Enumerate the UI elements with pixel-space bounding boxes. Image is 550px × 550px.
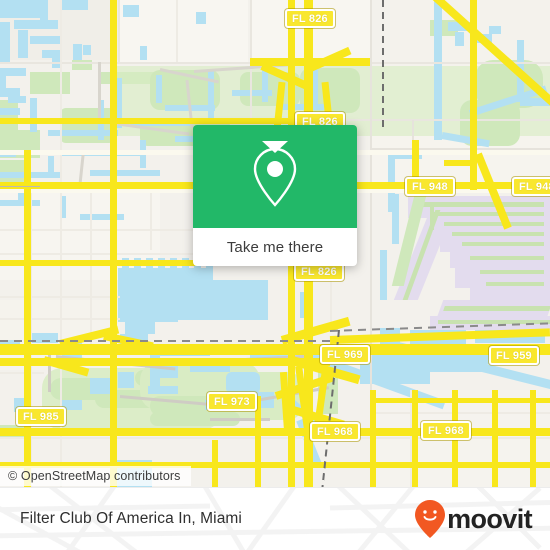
moovit-pin-smiley-icon [415, 500, 446, 538]
highway-shield: FL 959 [489, 346, 539, 365]
moovit-wordmark: moovit [447, 503, 533, 534]
highway-shield: FL 973 [207, 392, 257, 411]
highway-shield: FL 969 [320, 345, 370, 364]
map-screenshot: FL 826 FL 826 FL 826 FL 948 FL 948 FL 96… [0, 0, 550, 550]
popup-action-bar[interactable]: Take me there [193, 228, 357, 266]
highway-shield: FL 948 [405, 177, 455, 196]
highway-shield: FL 826 [285, 9, 335, 28]
shield-label: FL 968 [317, 426, 353, 438]
shield-label: FL 826 [292, 13, 328, 25]
highway-shield: FL 985 [16, 407, 66, 426]
place-title: Filter Club Of America In, Miami [20, 510, 242, 527]
map-pin-icon [253, 147, 297, 207]
footer-bar: Filter Club Of America In, Miami moovit [0, 487, 550, 550]
highway-shield: FL 948 [512, 177, 550, 196]
shield-label: FL 985 [23, 411, 59, 423]
shield-label: FL 826 [301, 266, 337, 278]
highway-shield: FL 968 [421, 421, 471, 440]
take-me-there-label: Take me there [226, 238, 324, 256]
osm-attribution[interactable]: © OpenStreetMap contributors [0, 466, 191, 486]
shield-label: FL 973 [214, 396, 250, 408]
shield-label: FL 969 [327, 349, 363, 361]
highway-shield: FL 968 [310, 422, 360, 441]
shield-label: FL 948 [519, 181, 550, 193]
shield-label: FL 959 [496, 350, 532, 362]
shield-label: FL 948 [412, 181, 448, 193]
moovit-logo[interactable]: moovit [415, 500, 533, 538]
shield-label: FL 968 [428, 425, 464, 437]
map-canvas[interactable]: FL 826 FL 826 FL 826 FL 948 FL 948 FL 96… [0, 0, 550, 487]
popup-pointer [262, 141, 288, 153]
